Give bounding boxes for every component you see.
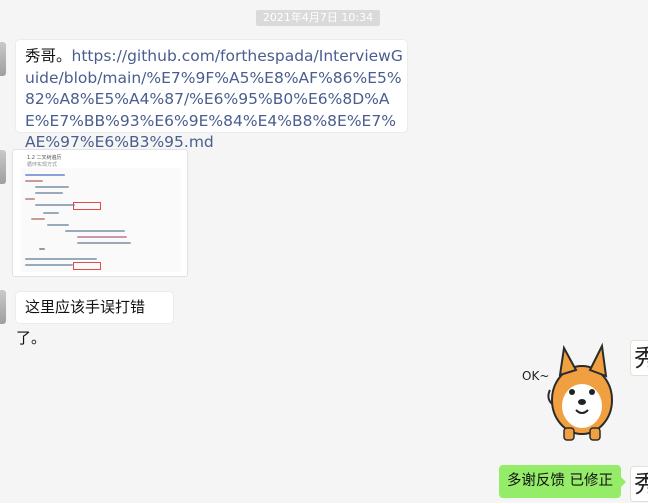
message-timestamp: 2021年4月7日 10:34	[256, 10, 380, 26]
code-line	[25, 198, 35, 200]
code-line	[25, 258, 97, 260]
my-avatar[interactable]: 秀	[630, 466, 648, 502]
code-line	[39, 248, 45, 250]
code-line	[35, 192, 63, 194]
image-subtitle: 循环实现方式	[27, 162, 58, 168]
code-line	[77, 236, 127, 238]
github-link[interactable]: https://github.com/forthespada/Interview…	[25, 47, 403, 151]
code-line	[25, 174, 65, 176]
code-line	[25, 180, 43, 182]
code-line	[43, 212, 59, 214]
highlight-box	[73, 262, 101, 270]
contact-avatar[interactable]	[0, 42, 6, 76]
code-line	[47, 224, 69, 226]
code-line	[25, 264, 73, 266]
sticker-text: OK~	[522, 369, 549, 383]
image-title: 1.2 二叉树遍历	[27, 155, 62, 161]
image-message[interactable]: 1.2 二叉树遍历 循环实现方式	[12, 149, 188, 277]
my-avatar[interactable]: 秀	[630, 340, 648, 376]
code-line	[31, 218, 45, 220]
message-link-text: 秀哥。https://github.com/forthespada/Interv…	[25, 46, 405, 151]
corgi-sticker[interactable]: OK~	[520, 340, 630, 445]
code-line	[77, 242, 131, 244]
code-line	[35, 186, 69, 188]
reply-bubble[interactable]: 多谢反馈 已修正	[499, 465, 626, 498]
code-snippet-image	[21, 168, 181, 272]
contact-avatar[interactable]	[0, 290, 6, 324]
contact-avatar[interactable]	[0, 150, 6, 184]
code-line	[35, 204, 75, 206]
message-bubble-text[interactable]: 这里应该手误打错了。	[16, 292, 173, 347]
message-greeting: 秀哥。	[25, 47, 72, 65]
highlight-box	[73, 202, 101, 210]
code-line	[65, 230, 125, 232]
